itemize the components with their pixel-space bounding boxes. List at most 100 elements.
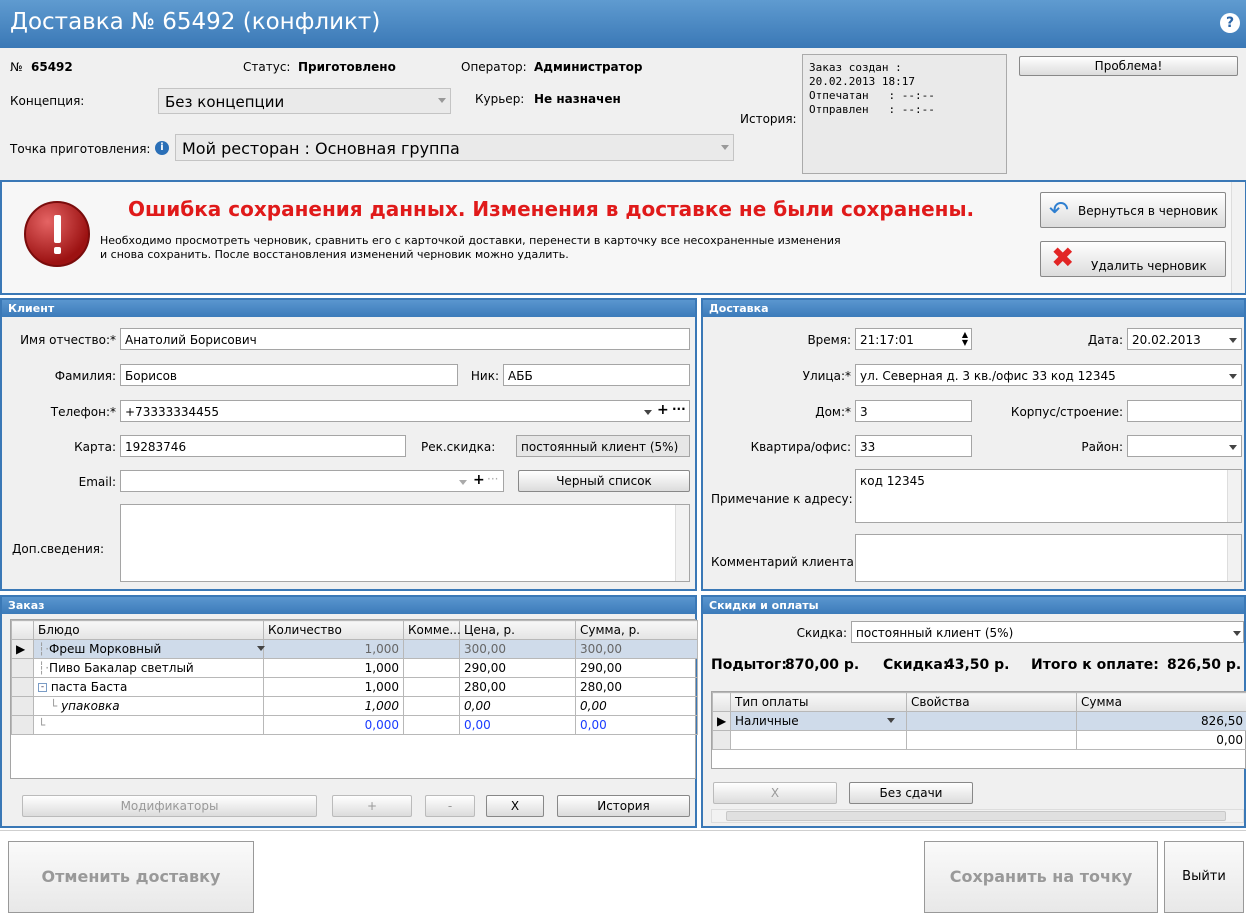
return-arrow-icon: ↶ [1049,196,1070,224]
name-label: Имя отчество:* [20,333,116,347]
nick-label: Ник: [470,369,499,383]
subtotal-value: 870,00 р. [785,657,860,673]
column-header[interactable]: Блюдо [33,620,264,640]
help-icon[interactable]: ? [1220,13,1240,33]
client-panel: Клиент Имя отчество:* Анатолий Борисович… [0,298,697,591]
apartment-input[interactable]: 33 [855,435,972,457]
delivery-panel: Доставка Время: 21:17:01 ▲ ▼ Дата: 20.02.… [701,298,1246,591]
scrollbar[interactable] [1227,535,1241,581]
house-label: Дом:* [815,405,851,419]
column-header[interactable]: Количество [263,620,404,640]
email-input[interactable]: + ··· [120,470,504,492]
exit-button[interactable]: Выйти [1164,841,1244,913]
client-comment-label: Комментарий клиента: [711,555,858,569]
chevron-down-icon[interactable] [1229,374,1237,379]
chevron-down-icon[interactable] [1233,631,1241,636]
scrollbar[interactable] [1227,470,1241,522]
building-label: Корпус/строение: [1010,405,1123,419]
more-icon[interactable]: ··· [487,472,498,486]
house-input[interactable]: 3 [855,400,972,422]
blacklist-button[interactable]: Черный список [518,470,690,492]
delivery-number: 65492 [31,60,73,74]
column-header[interactable]: Тип оплаты [730,692,907,712]
column-header[interactable]: Свойства [906,692,1077,712]
column-header[interactable]: Сумма [1076,692,1246,712]
date-input[interactable]: 20.02.2013 [1127,328,1242,350]
remove-button[interactable]: - [425,795,475,817]
extra-textarea[interactable] [120,504,690,582]
window-title: Доставка № 65492 (конфликт) [10,9,381,35]
error-line1: Необходимо просмотреть черновик, сравнит… [100,234,841,247]
chevron-down-icon[interactable] [257,646,266,651]
courier-value: Не назначен [534,92,621,106]
error-banner: Ошибка сохранения данных. Изменения в до… [0,180,1246,295]
delete-button[interactable]: X [486,795,544,817]
discount-total-value: 43,50 р. [945,657,1010,673]
nick-input[interactable]: АББ [503,364,690,386]
more-icon[interactable]: ··· [672,402,686,416]
history-box: Заказ создан : 20.02.2013 18:17 Отпечата… [802,54,1007,174]
add-icon[interactable]: + [657,402,669,418]
order-header: Заказ [2,597,695,614]
collapse-icon[interactable]: - [38,683,47,692]
discount-total-label: Скидка: [883,657,949,673]
modifiers-button[interactable]: Модификаторы [22,795,317,817]
save-to-point-button[interactable]: Сохранить на точку [924,841,1158,913]
table-row[interactable]: ┆·Пиво Бакалар светлый 1,000 290,00 290,… [11,658,698,678]
time-input[interactable]: 21:17:01 ▲ ▼ [855,328,972,350]
chevron-down-icon[interactable] [1229,445,1237,450]
no-change-button[interactable]: Без сдачи [849,782,973,804]
concept-select[interactable]: Без концепции [158,88,451,114]
add-button[interactable]: + [332,795,412,817]
horizontal-scrollbar[interactable] [711,809,1244,823]
chevron-down-icon[interactable] [644,410,652,415]
surname-input[interactable]: Борисов [120,364,458,386]
column-header[interactable]: Комме... [403,620,461,640]
column-header[interactable]: Сумма, р. [575,620,698,640]
order-panel: Заказ Блюдо Количество Комме... Цена, р.… [0,595,698,828]
error-title: Ошибка сохранения данных. Изменения в до… [128,197,975,221]
table-row[interactable]: └ 0,000 0,00 0,00 [11,715,698,735]
table-row[interactable]: ▶ ┆·Фреш Морковный 1,000 300,00 300,00 [11,639,698,659]
column-header[interactable]: Цена, р. [459,620,576,640]
table-row[interactable]: ▶ Наличные 826,50 [712,711,1246,731]
address-note-label: Примечание к адресу: [711,492,853,506]
back-to-draft-button[interactable]: ↶ Вернуться в черновик [1040,192,1226,228]
point-select[interactable]: Мой ресторан : Основная группа [175,134,734,161]
district-input[interactable] [1127,435,1242,457]
name-input[interactable]: Анатолий Борисович [120,328,690,350]
building-input[interactable] [1127,400,1242,422]
payment-discount-select[interactable]: постоянный клиент (5%) [851,621,1244,643]
table-row[interactable]: └ упаковка 1,000 0,00 0,00 [11,696,698,716]
client-comment-textarea[interactable] [855,534,1242,582]
table-row[interactable]: 0,00 [712,730,1246,750]
operator-value: Администратор [534,60,643,74]
table-row[interactable]: - паста Баста 1,000 280,00 280,00 [11,677,698,697]
status-value: Приготовлено [298,60,396,74]
order-table: Блюдо Количество Комме... Цена, р. Сумма… [10,619,698,779]
payments-panel: Скидки и оплаты Скидка: постоянный клиен… [701,595,1246,828]
cancel-delivery-button[interactable]: Отменить доставку [8,841,254,913]
history-button[interactable]: История [557,795,690,817]
scrollbar[interactable] [675,505,689,581]
spinner-icon[interactable]: ▲ ▼ [962,331,968,347]
error-scrollbar[interactable] [1231,182,1245,293]
add-icon[interactable]: + [473,472,485,488]
apartment-label: Квартира/офис: [750,440,851,454]
email-label: Email: [78,475,116,489]
phone-input[interactable]: +73333334455 + ··· [120,400,690,422]
chevron-down-icon[interactable] [1229,338,1237,343]
card-label: Карта: [74,440,116,454]
scrollbar-thumb[interactable] [726,811,1226,821]
address-note-textarea[interactable]: код 12345 [855,469,1242,523]
street-input[interactable]: ул. Северная д. 3 кв./офис 33 код 12345 [855,364,1242,386]
header-panel: № 65492 Статус: Приготовлено Оператор: А… [0,48,1246,180]
problem-button[interactable]: Проблема! [1019,56,1238,76]
delete-draft-button[interactable]: ✖ Удалить черновик [1040,241,1226,277]
chevron-down-icon[interactable] [459,480,467,485]
card-input[interactable]: 19283746 [120,435,406,457]
chevron-down-icon[interactable] [886,718,895,723]
title-bar: Доставка № 65492 (конфликт) ? [0,0,1246,48]
payment-delete-button[interactable]: X [713,782,837,804]
table-header-row: Тип оплаты Свойства Сумма [712,692,1246,712]
